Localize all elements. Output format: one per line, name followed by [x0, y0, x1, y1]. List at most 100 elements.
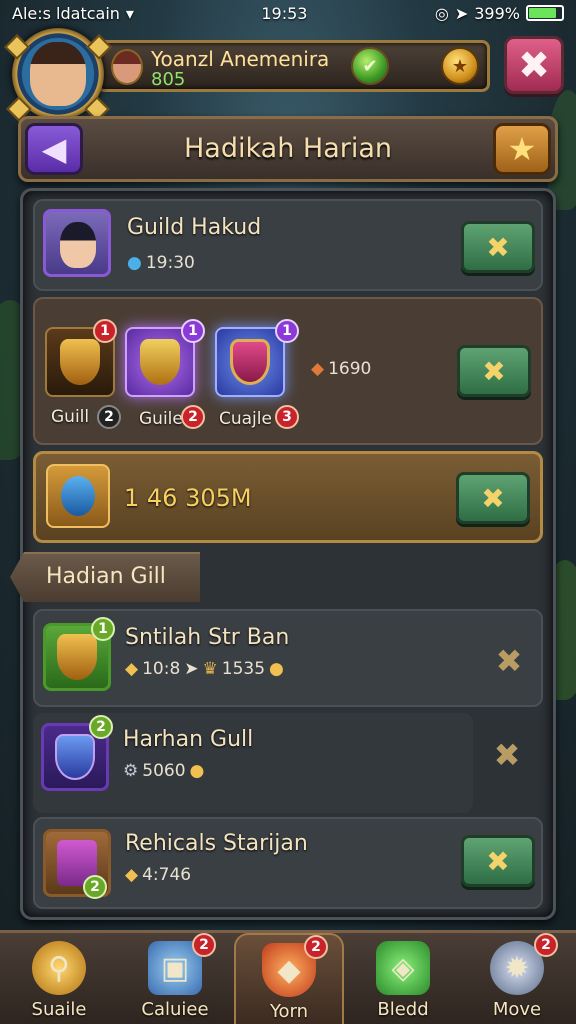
arrow-icon: ➤	[184, 659, 199, 679]
list-title: Harhan Gull	[123, 727, 254, 752]
list-badge: 2	[83, 875, 107, 899]
mini-avatar	[111, 49, 143, 85]
gold-claim-button[interactable]: ✖	[456, 472, 530, 524]
nav-tab-move[interactable]: ✹ Move 2	[462, 933, 572, 1024]
list-item: 2 Harhan Gull ⚙ 5060 ●	[33, 713, 473, 813]
page-title: Hadikah Harian	[184, 133, 392, 164]
close-button[interactable]: ✖	[504, 36, 564, 94]
player-info-bar[interactable]: Yoanzl Anemenira 805 ✔ ★	[96, 40, 490, 92]
list-item: 1 Sntilah Str Ban ◆ 10:8 ➤ ♛ 1535 ● ✖	[33, 609, 543, 707]
list-sub-value: 10:8	[142, 659, 181, 679]
alarm-icon: ◎	[434, 3, 449, 23]
nav-label: Move	[492, 999, 542, 1020]
battery-text: 399%	[474, 3, 520, 23]
list-sub-value: 4:746	[142, 865, 192, 885]
star-icon: ★	[507, 130, 537, 168]
guild-time: 19:30	[145, 253, 195, 273]
list-sub: ◆ 4:746	[125, 865, 191, 885]
favorite-button[interactable]: ★	[493, 123, 551, 175]
nav-badge: 2	[534, 933, 558, 957]
reward-count-badge: 3	[275, 405, 299, 429]
avatar-ornament	[4, 34, 30, 60]
list-badge: 2	[89, 715, 113, 739]
reward-badge: 1	[93, 319, 117, 343]
nav-tab-bledd[interactable]: ◈ Bledd	[348, 933, 458, 1024]
list-sub: ◆ 10:8 ➤ ♛ 1535 ●	[125, 659, 284, 679]
gem-icon[interactable]: ✔	[351, 47, 389, 85]
list-title: Sntilah Str Ban	[125, 625, 290, 650]
nav-label: Yorn	[269, 1001, 309, 1022]
guild-avatar-icon	[43, 209, 111, 277]
section-header: Hadian Gill	[10, 552, 200, 602]
shield-icon	[140, 339, 180, 385]
guild-claim-button[interactable]: ✖	[461, 221, 535, 273]
gold-value: 1 46 305M	[124, 484, 252, 512]
nav-badge: 2	[304, 935, 328, 959]
reward-item[interactable]	[215, 327, 285, 397]
reward-badge: 1	[275, 319, 299, 343]
cross-icon: ✖	[493, 736, 521, 774]
cross-icon: ✖	[482, 354, 506, 388]
bottom-nav: ⚲ Suaile ▣ Caluiee 2 ◆ Yorn 2 ◈ Bledd ✹ …	[0, 930, 576, 1024]
ore-icon: ◆	[311, 359, 325, 379]
list-title: Rehicals Starijan	[125, 831, 308, 856]
gold-row: 1 46 305M ✖	[33, 451, 543, 543]
shield-icon	[55, 734, 95, 780]
gold-icon: ◆	[125, 659, 139, 679]
reward-label: Cuajle	[219, 409, 272, 429]
gem-icon: ◈	[376, 941, 430, 995]
list-item: 2 Rehicals Starijan ◆ 4:746 ✖	[33, 817, 543, 909]
cross-icon: ✖	[495, 642, 523, 680]
avatar[interactable]	[4, 28, 112, 122]
nav-badge: 2	[192, 933, 216, 957]
wifi-icon: ▾	[125, 3, 134, 23]
chest-icon	[60, 339, 100, 385]
reward-label: Guill	[51, 407, 90, 427]
title-bar: ◀ Hadikah Harian ★	[18, 116, 558, 182]
dismiss-button[interactable]: ✖	[489, 641, 529, 681]
section-title: Hadian Gill	[46, 564, 166, 589]
coin-icon: ●	[189, 761, 205, 781]
dismiss-button[interactable]: ✖	[487, 735, 527, 775]
nav-tab-yorn[interactable]: ◆ Yorn 2	[234, 933, 344, 1024]
coin-icon: ●	[269, 659, 284, 679]
status-bar: Ale:s ldatcain ▾ 19:53 ◎ ➤ 399%	[0, 0, 576, 26]
gold-item[interactable]	[46, 464, 110, 528]
gold-icon: ◆	[125, 865, 139, 885]
guild-title: Guild Hakud	[127, 215, 262, 240]
list-badge: 1	[91, 617, 115, 641]
nav-tab-suaile[interactable]: ⚲ Suaile	[4, 933, 114, 1024]
nav-tab-caluiee[interactable]: ▣ Caluiee 2	[120, 933, 230, 1024]
player-level: 805	[151, 69, 186, 90]
battery-icon	[526, 5, 564, 21]
crystal-icon	[61, 476, 95, 516]
reward-amount: ◆ 1690	[311, 359, 371, 379]
cross-icon: ✖	[481, 481, 505, 515]
reward-label: Guile	[139, 409, 183, 429]
profile-bar: Yoanzl Anemenira 805 ✔ ★ ✖	[4, 26, 570, 122]
player-name: Yoanzl Anemenira	[151, 47, 330, 71]
guild-row: Guild Hakud ● 19:30 ✖	[33, 199, 543, 291]
gear-icon: ⚙	[123, 761, 139, 781]
carrier-text: Ale:s ldatcain	[12, 3, 120, 23]
list-sub-value-2: 1535	[221, 659, 266, 679]
close-icon: ✖	[518, 43, 550, 87]
rewards-row: 1 Guill 2 1 Guile 2 1 Cuajle 3 ◆ 1690 ✖	[33, 297, 543, 445]
cross-icon: ✖	[486, 844, 510, 878]
nav-label: Bledd	[377, 999, 429, 1020]
gem-icon	[230, 339, 270, 385]
list-sub-value: 5060	[142, 761, 186, 781]
coin-icon[interactable]: ★	[441, 47, 479, 85]
avatar-face	[30, 42, 86, 106]
reward-count-badge: 2	[181, 405, 205, 429]
clock-icon: ●	[127, 253, 142, 273]
clock-text: 19:53	[261, 3, 308, 23]
nav-label: Caluiee	[141, 999, 209, 1020]
crown-icon: ♛	[202, 659, 218, 679]
nav-label: Suaile	[31, 999, 87, 1020]
rewards-claim-button[interactable]: ✖	[457, 345, 531, 397]
claim-button[interactable]: ✖	[461, 835, 535, 887]
list-sub: ⚙ 5060 ●	[123, 761, 204, 781]
reward-amount-value: 1690	[328, 359, 372, 379]
magnifier-icon: ⚲	[32, 941, 86, 995]
